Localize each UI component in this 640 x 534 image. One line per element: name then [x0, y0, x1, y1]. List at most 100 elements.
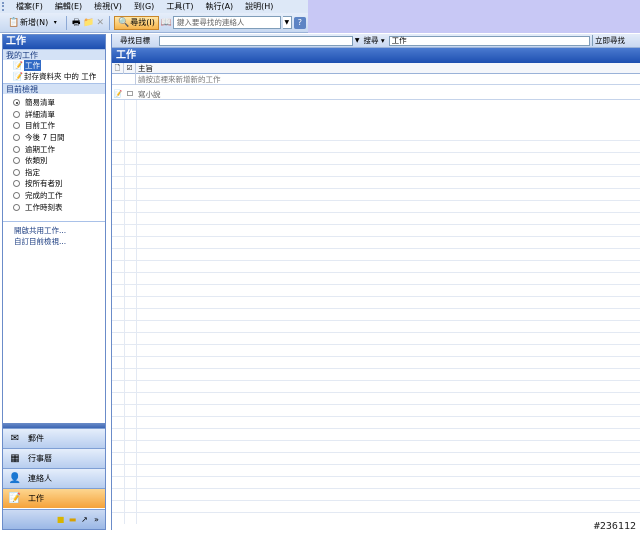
- delete-icon[interactable]: ✕: [95, 18, 105, 28]
- module-button-contacts[interactable]: 👤 連絡人: [3, 468, 105, 488]
- view-option-label: 今後 7 日間: [25, 133, 65, 143]
- find-button[interactable]: 🔍 尋找(I): [114, 15, 159, 30]
- module-label: 連絡人: [28, 474, 52, 483]
- folder-item-label: 封存資料夾 中的 工作: [24, 72, 97, 81]
- view-option-label: 目前工作: [25, 121, 55, 131]
- image-id-watermark: #236112: [593, 521, 636, 532]
- folder-item-tasks[interactable]: 📝 工作: [3, 60, 105, 71]
- menu-help[interactable]: 說明(H): [239, 1, 279, 12]
- contacts-icon: 👤: [8, 473, 22, 484]
- menu-tools[interactable]: 工具(T): [160, 1, 199, 12]
- mail-icon: ✉: [10, 433, 20, 444]
- subject-column-header[interactable]: 主旨: [136, 63, 153, 74]
- search-in-dropdown[interactable]: 搜尋 ▾: [364, 35, 385, 46]
- notes-icon[interactable]: ■: [56, 515, 65, 524]
- module-button-mail[interactable]: ✉ 郵件: [3, 428, 105, 448]
- current-view-section-header[interactable]: 目前檢視: [3, 83, 105, 94]
- new-task-button[interactable]: 📋 新增(N) ▾: [6, 15, 62, 31]
- view-option-detailed-list[interactable]: 詳細清單: [3, 109, 105, 121]
- view-option-active-tasks[interactable]: 目前工作: [3, 120, 105, 132]
- new-task-row-spacer: [112, 73, 136, 85]
- menu-go[interactable]: 到(G): [128, 1, 160, 12]
- view-option-assignment[interactable]: 指定: [3, 167, 105, 179]
- find-target-input[interactable]: [159, 35, 353, 46]
- view-option-label: 詳細清單: [25, 109, 55, 119]
- configure-buttons-icon[interactable]: »: [92, 515, 101, 524]
- move-to-folder-icon[interactable]: 📁: [83, 18, 94, 28]
- find-target-label: 尋找目標: [120, 36, 150, 45]
- folder-item-label: 工作: [24, 60, 41, 71]
- view-option-by-person[interactable]: 按所有者別: [3, 178, 105, 190]
- view-option-label: 完成的工作: [25, 191, 63, 201]
- complete-column-header[interactable]: ☑: [124, 62, 136, 74]
- view-option-label: 指定: [25, 167, 40, 177]
- title-area-background: [308, 0, 640, 33]
- address-book-icon[interactable]: 📖: [161, 18, 172, 28]
- module-label: 工作: [28, 494, 44, 503]
- radio-button[interactable]: [13, 110, 20, 118]
- radio-button[interactable]: [13, 203, 20, 211]
- my-tasks-section-header[interactable]: 我的工作: [3, 49, 105, 60]
- view-option-label: 工作時刻表: [25, 202, 63, 212]
- view-option-label: 按所有者別: [25, 179, 63, 189]
- radio-button[interactable]: [13, 122, 20, 130]
- toolbar-separator: [109, 15, 111, 30]
- folder-item-archive-tasks[interactable]: 📝 封存資料夾 中的 工作: [3, 71, 105, 82]
- help-icon[interactable]: ?: [293, 16, 306, 29]
- standard-toolbar: 📋 新增(N) ▾ 🖶 📁 ✕ 🔍 尋找(I) 📖 鍵入要尋找的連絡人 ▼ ?: [0, 13, 308, 33]
- open-shared-tasks-link[interactable]: 開啟共用工作...: [3, 225, 105, 236]
- find-bar: 尋找目標 ▼ 搜尋 ▾ 工作 立即尋找: [112, 34, 640, 48]
- nav-mini-buttons: ■ ▬ ↗ »: [3, 509, 105, 529]
- module-button-calendar[interactable]: ▦ 行事曆: [3, 448, 105, 468]
- radio-button[interactable]: [13, 192, 20, 200]
- icon-column-header[interactable]: 🗋: [112, 62, 124, 74]
- search-in-label: 搜尋: [363, 36, 379, 45]
- new-task-input[interactable]: [136, 74, 436, 84]
- menu-actions[interactable]: 執行(A): [199, 1, 239, 12]
- radio-button[interactable]: [13, 145, 20, 153]
- empty-task-grid: [112, 129, 640, 524]
- find-now-button[interactable]: 立即尋找: [591, 35, 640, 46]
- view-option-by-category[interactable]: 依類別: [3, 155, 105, 167]
- toolbar-separator: [66, 15, 68, 30]
- chevron-down-icon[interactable]: ▼: [355, 37, 360, 44]
- complete-checkbox[interactable]: ☐: [124, 89, 136, 100]
- radio-button[interactable]: [13, 134, 20, 142]
- table-row[interactable]: 📝 ☐ 寫小說: [112, 89, 640, 100]
- chevron-down-icon[interactable]: ▾: [50, 18, 60, 28]
- menu-edit[interactable]: 編輯(E): [49, 1, 88, 12]
- radio-button[interactable]: [13, 168, 20, 176]
- contact-search-input[interactable]: 鍵入要尋找的連絡人: [172, 16, 281, 29]
- navigation-pane: 工作 我的工作 📝 工作 📝 封存資料夾 中的 工作 目前檢視 簡易清單 詳細清…: [2, 34, 106, 530]
- view-option-label: 簡易清單: [25, 98, 55, 108]
- find-icon: 🔍: [118, 17, 130, 28]
- shortcuts-icon[interactable]: ↗: [80, 515, 89, 524]
- task-subject: 寫小說: [138, 89, 161, 99]
- menubar-grip[interactable]: [2, 2, 5, 11]
- chevron-down-icon[interactable]: ▼: [282, 16, 292, 29]
- module-label: 郵件: [28, 434, 44, 443]
- view-option-overdue-tasks[interactable]: 逾期工作: [3, 143, 105, 155]
- new-task-label: 新增(N): [20, 18, 49, 27]
- nav-links: 開啟共用工作... 自訂目前檢視...: [3, 220, 105, 247]
- menu-file[interactable]: 檔案(F): [10, 1, 49, 12]
- view-option-next-7-days[interactable]: 今後 7 日間: [3, 132, 105, 144]
- task-folder-icon: 📝: [13, 72, 23, 81]
- radio-button[interactable]: [13, 180, 20, 188]
- search-scope-field[interactable]: 工作: [388, 35, 590, 46]
- tasks-icon: 📝: [8, 493, 22, 504]
- view-option-task-timeline[interactable]: 工作時刻表: [3, 201, 105, 213]
- task-list-pane: 尋找目標 ▼ 搜尋 ▾ 工作 立即尋找 工作 🗋 ☑ 主旨 📝 ☐ 寫小說: [111, 34, 640, 530]
- view-option-simple-list[interactable]: 簡易清單: [3, 97, 105, 109]
- radio-button[interactable]: [13, 157, 20, 165]
- module-button-tasks[interactable]: 📝 工作: [3, 488, 105, 508]
- module-label: 行事曆: [28, 454, 52, 463]
- radio-button[interactable]: [13, 99, 20, 107]
- print-icon[interactable]: 🖶: [71, 18, 81, 28]
- customize-current-view-link[interactable]: 自訂目前檢視...: [3, 236, 105, 247]
- calendar-icon: ▦: [10, 453, 20, 464]
- menu-view[interactable]: 檢視(V): [88, 1, 128, 12]
- nav-pane-title: 工作: [3, 35, 105, 49]
- folder-list-icon[interactable]: ▬: [68, 515, 77, 524]
- view-option-completed-tasks[interactable]: 完成的工作: [3, 190, 105, 202]
